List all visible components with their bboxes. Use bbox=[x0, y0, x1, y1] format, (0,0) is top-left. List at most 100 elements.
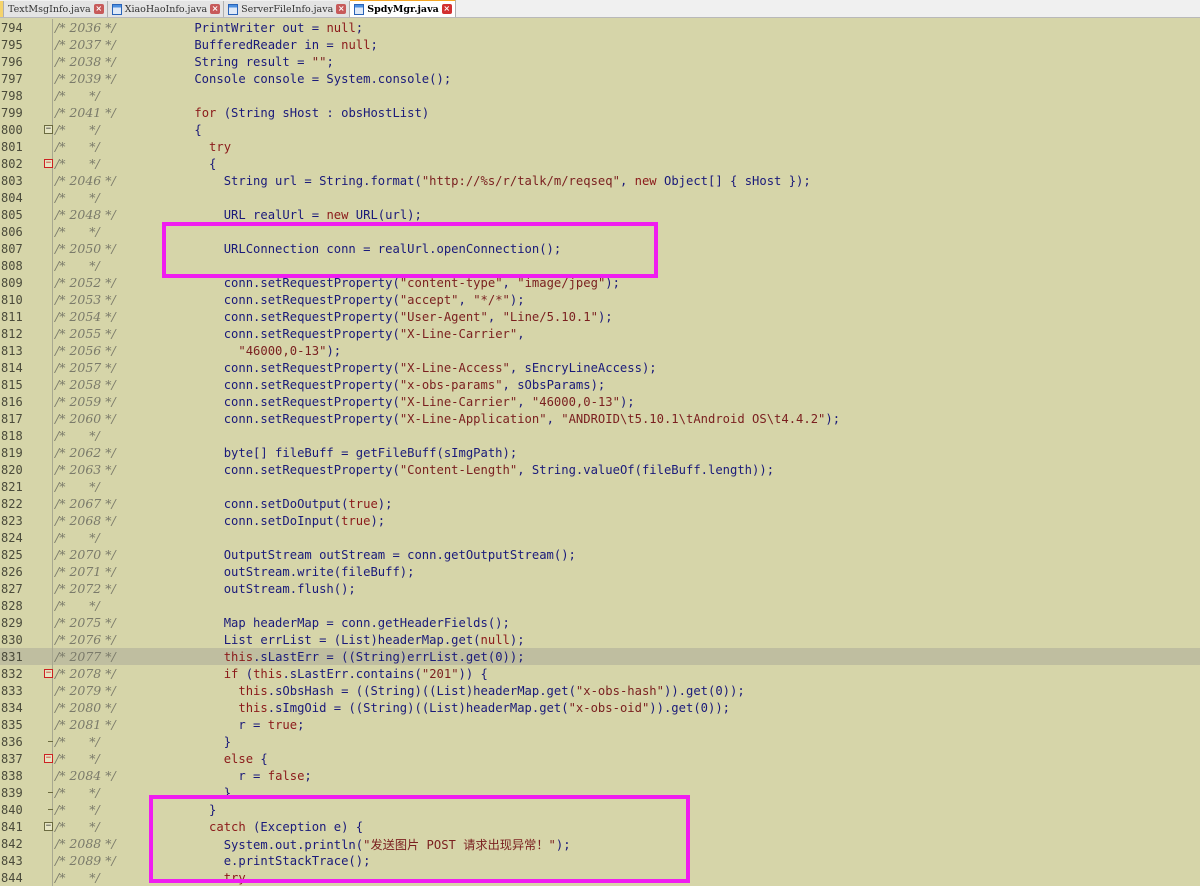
line-number: 829 bbox=[1, 615, 23, 630]
code-line[interactable]: 833 /* 2079 */ this.sObsHash = ((String)(… bbox=[0, 682, 1200, 699]
tab-spdymgr-java[interactable]: SpdyMgr.java × bbox=[350, 0, 456, 17]
fold-gutter bbox=[45, 274, 53, 291]
code-text: PrintWriter out = null; bbox=[165, 20, 364, 35]
code-text: conn.setRequestProperty("content-type", … bbox=[165, 275, 620, 290]
code-line[interactable]: 795 /* 2037 */ BufferedReader in = null; bbox=[0, 36, 1200, 53]
close-icon[interactable]: × bbox=[93, 4, 104, 14]
fold-gutter[interactable]: − bbox=[44, 818, 53, 835]
close-icon[interactable]: × bbox=[336, 4, 347, 14]
fold-gutter[interactable]: − bbox=[44, 665, 53, 682]
code-line[interactable]: 810 /* 2053 */ conn.setRequestProperty("a… bbox=[0, 291, 1200, 308]
code-line[interactable]: 804 /* */ bbox=[0, 189, 1200, 206]
code-line[interactable]: 800 −/* */ { bbox=[0, 121, 1200, 138]
code-line[interactable]: 819 /* 2062 */ byte[] fileBuff = getFileB… bbox=[0, 444, 1200, 461]
code-line[interactable]: 815 /* 2058 */ conn.setRequestProperty("x… bbox=[0, 376, 1200, 393]
code-line[interactable]: 808 /* */ bbox=[0, 257, 1200, 274]
decompiler-line-comment: /* 2058 */ bbox=[55, 377, 116, 392]
code-line[interactable]: 818 /* */ bbox=[0, 427, 1200, 444]
code-line[interactable]: 841 −/* */ catch (Exception e) { bbox=[0, 818, 1200, 835]
code-line[interactable]: 806 /* */ bbox=[0, 223, 1200, 240]
code-line[interactable]: 820 /* 2063 */ conn.setRequestProperty("C… bbox=[0, 461, 1200, 478]
code-line[interactable]: 828 /* */ bbox=[0, 597, 1200, 614]
fold-collapse-icon[interactable]: − bbox=[44, 822, 53, 831]
close-icon[interactable]: × bbox=[210, 4, 221, 14]
code-line[interactable]: 826 /* 2071 */ outStream.write(fileBuff); bbox=[0, 563, 1200, 580]
code-line[interactable]: 842 /* 2088 */ System.out.println("发送图片 P… bbox=[0, 835, 1200, 852]
code-line[interactable]: 843 /* 2089 */ e.printStackTrace(); bbox=[0, 852, 1200, 869]
code-line[interactable]: 837 −/* */ else { bbox=[0, 750, 1200, 767]
java-file-icon bbox=[354, 3, 365, 15]
fold-collapse-icon[interactable]: − bbox=[44, 754, 53, 763]
code-line[interactable]: 830 /* 2076 */ List errList = (List)heade… bbox=[0, 631, 1200, 648]
code-line[interactable]: 805 /* 2048 */ URL realUrl = new URL(url)… bbox=[0, 206, 1200, 223]
line-number: 818 bbox=[1, 428, 23, 443]
code-line[interactable]: 811 /* 2054 */ conn.setRequestProperty("U… bbox=[0, 308, 1200, 325]
code-line[interactable]: 839 /* */ } bbox=[0, 784, 1200, 801]
fold-gutter[interactable]: − bbox=[44, 155, 53, 172]
code-line[interactable]: 802 −/* */ { bbox=[0, 155, 1200, 172]
code-line[interactable]: 824 /* */ bbox=[0, 529, 1200, 546]
code-line[interactable]: 844/* */ try bbox=[0, 869, 1200, 886]
fold-gutter bbox=[45, 308, 53, 325]
tab-serverfileinfo-java[interactable]: ServerFileInfo.java × bbox=[224, 1, 351, 17]
code-line[interactable]: 831 /* 2077 */ this.sLastErr = ((String)e… bbox=[0, 648, 1200, 665]
code-line[interactable]: 794 /* 2036 */ PrintWriter out = null; bbox=[0, 19, 1200, 36]
code-line[interactable]: 807 /* 2050 */ URLConnection conn = realU… bbox=[0, 240, 1200, 257]
code-line[interactable]: 797 /* 2039 */ Console console = System.c… bbox=[0, 70, 1200, 87]
code-line[interactable]: 822 /* 2067 */ conn.setDoOutput(true); bbox=[0, 495, 1200, 512]
code-line[interactable]: 813 /* 2056 */ "46000,0-13"); bbox=[0, 342, 1200, 359]
code-line[interactable]: 798 /* */ bbox=[0, 87, 1200, 104]
fold-gutter bbox=[45, 648, 53, 665]
code-line[interactable]: 836 /* */ } bbox=[0, 733, 1200, 750]
line-number: 836 bbox=[1, 734, 23, 749]
fold-collapse-icon[interactable]: − bbox=[44, 159, 53, 168]
fold-gutter bbox=[45, 70, 53, 87]
code-line[interactable]: 823 /* 2068 */ conn.setDoInput(true); bbox=[0, 512, 1200, 529]
code-line[interactable]: 803 /* 2046 */ String url = String.format… bbox=[0, 172, 1200, 189]
tab-xiaohaoinfo-java[interactable]: XiaoHaoInfo.java × bbox=[107, 1, 225, 17]
close-icon[interactable]: × bbox=[441, 4, 452, 14]
code-text: conn.setRequestProperty("x-obs-params", … bbox=[165, 377, 606, 392]
code-line[interactable]: 838 /* 2084 */ r = false; bbox=[0, 767, 1200, 784]
code-line[interactable]: 816 /* 2059 */ conn.setRequestProperty("X… bbox=[0, 393, 1200, 410]
fold-gutter bbox=[45, 410, 53, 427]
code-text: conn.setRequestProperty("User-Agent", "L… bbox=[165, 309, 613, 324]
fold-gutter bbox=[45, 325, 53, 342]
code-line[interactable]: 799 /* 2041 */ for (String sHost : obsHos… bbox=[0, 104, 1200, 121]
fold-gutter[interactable]: − bbox=[44, 121, 53, 138]
code-line[interactable]: 834 /* 2080 */ this.sImgOid = ((String)((… bbox=[0, 699, 1200, 716]
decompiler-line-comment: /* 2060 */ bbox=[55, 411, 116, 426]
line-number: 844 bbox=[1, 870, 23, 885]
code-line[interactable]: 829 /* 2075 */ Map headerMap = conn.getHe… bbox=[0, 614, 1200, 631]
decompiler-line-comment: /* */ bbox=[55, 819, 100, 834]
tab-textmsginfo-java[interactable]: TextMsgInfo.java × bbox=[4, 1, 108, 17]
code-line[interactable]: 832 −/* 2078 */ if (this.sLastErr.contain… bbox=[0, 665, 1200, 682]
fold-gutter bbox=[45, 784, 53, 801]
code-text: conn.setRequestProperty("accept", "*/*")… bbox=[165, 292, 525, 307]
line-number: 807 bbox=[1, 241, 23, 256]
line-number: 834 bbox=[1, 700, 23, 715]
code-line[interactable]: 796 /* 2038 */ String result = ""; bbox=[0, 53, 1200, 70]
code-line[interactable]: 821 /* */ bbox=[0, 478, 1200, 495]
code-editor[interactable]: 794/* 2036 */ PrintWriter out = null; 795… bbox=[0, 19, 1200, 886]
line-number: 826 bbox=[1, 564, 23, 579]
code-line[interactable]: 809 /* 2052 */ conn.setRequestProperty("c… bbox=[0, 274, 1200, 291]
decompiler-line-comment: /* 2081 */ bbox=[55, 717, 116, 732]
code-line[interactable]: 840 /* */ } bbox=[0, 801, 1200, 818]
code-line[interactable]: 825 /* 2070 */ OutputStream outStream = c… bbox=[0, 546, 1200, 563]
code-line[interactable]: 801 /* */ try bbox=[0, 138, 1200, 155]
code-line[interactable]: 814 /* 2057 */ conn.setRequestProperty("X… bbox=[0, 359, 1200, 376]
code-line[interactable]: 835 /* 2081 */ r = true; bbox=[0, 716, 1200, 733]
line-number: 813 bbox=[1, 343, 23, 358]
code-line[interactable]: 817 /* 2060 */ conn.setRequestProperty("X… bbox=[0, 410, 1200, 427]
tab-label: SpdyMgr.java bbox=[367, 3, 439, 15]
fold-collapse-icon[interactable]: − bbox=[44, 669, 53, 678]
fold-gutter[interactable]: − bbox=[44, 750, 53, 767]
java-file-icon bbox=[228, 3, 239, 15]
code-text: this.sLastErr = ((String)errList.get(0))… bbox=[223, 649, 525, 664]
line-number: 805 bbox=[1, 207, 23, 222]
fold-collapse-icon[interactable]: − bbox=[44, 125, 53, 134]
code-line[interactable]: 827 /* 2072 */ outStream.flush(); bbox=[0, 580, 1200, 597]
fold-gutter bbox=[45, 597, 53, 614]
code-line[interactable]: 812 /* 2055 */ conn.setRequestProperty("X… bbox=[0, 325, 1200, 342]
